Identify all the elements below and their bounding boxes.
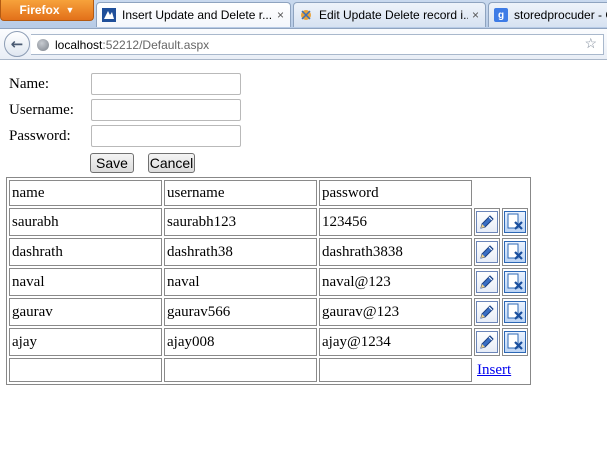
column-header-name: name: [9, 180, 162, 206]
cell-name: saurabh: [9, 208, 162, 236]
new-username-input[interactable]: [164, 358, 317, 382]
close-tab-icon[interactable]: ×: [277, 8, 284, 22]
cell-username: gaurav566: [164, 298, 317, 326]
delete-button[interactable]: [502, 208, 528, 236]
cell-name: naval: [9, 268, 162, 296]
edit-button[interactable]: [474, 268, 500, 296]
table-row: saurabh saurabh123 123456: [9, 208, 528, 236]
cell-name: dashrath: [9, 238, 162, 266]
edit-pencil-icon: [476, 271, 498, 293]
edit-button[interactable]: [474, 238, 500, 266]
table-row: naval naval naval@123: [9, 268, 528, 296]
url-host: localhost: [55, 37, 103, 52]
page-favicon-icon: [102, 8, 116, 22]
insert-row: Insert: [9, 358, 528, 382]
delete-icon: [504, 301, 526, 323]
delete-button[interactable]: [502, 298, 528, 326]
back-button[interactable]: ←: [4, 31, 30, 57]
cell-name: ajay: [9, 328, 162, 356]
edit-pencil-icon: [476, 211, 498, 233]
grid-header-row: name username password: [9, 180, 528, 206]
tab-title: storedprocuder - G: [514, 8, 607, 22]
cell-username: ajay008: [164, 328, 317, 356]
edit-pencil-icon: [476, 301, 498, 323]
navigation-bar: ← localhost:52212/Default.aspx ☆: [0, 29, 607, 60]
bookmark-star-icon[interactable]: ☆: [584, 35, 597, 52]
browser-tab-1[interactable]: Insert Update and Delete r... ×: [96, 2, 291, 27]
delete-button[interactable]: [502, 328, 528, 356]
delete-icon: [504, 331, 526, 353]
back-arrow-icon: ←: [10, 35, 24, 53]
google-favicon-icon: g: [494, 8, 508, 22]
edit-pencil-icon: [476, 331, 498, 353]
cancel-button[interactable]: Cancel: [148, 153, 195, 173]
cell-username: naval: [164, 268, 317, 296]
browser-tab-2[interactable]: Edit Update Delete record i... ×: [293, 2, 486, 27]
password-input[interactable]: [91, 125, 241, 147]
delete-button[interactable]: [502, 268, 528, 296]
name-label: Name:: [9, 76, 49, 92]
cell-password: dashrath3838: [319, 238, 472, 266]
cell-name: gaurav: [9, 298, 162, 326]
browser-tab-3[interactable]: g storedprocuder - G: [488, 2, 607, 27]
page-content: Name: Username: Password: Save Cancel na…: [0, 60, 607, 473]
tab-title: Insert Update and Delete r...: [122, 8, 273, 22]
insert-link[interactable]: Insert: [474, 362, 511, 378]
tab-strip: Firefox ▼ Insert Update and Delete r... …: [0, 0, 607, 29]
table-row: ajay ajay008 ajay@1234: [9, 328, 528, 356]
password-label: Password:: [9, 128, 71, 144]
cell-username: saurabh123: [164, 208, 317, 236]
username-label: Username:: [9, 102, 74, 118]
cell-password: gaurav@123: [319, 298, 472, 326]
column-header-username: username: [164, 180, 317, 206]
users-grid: name username password saurabh saurabh12…: [6, 177, 531, 385]
edit-button[interactable]: [474, 328, 500, 356]
globe-icon: [37, 38, 49, 51]
save-button[interactable]: Save: [90, 153, 134, 173]
url-path: :52212/Default.aspx: [102, 37, 210, 52]
delete-button[interactable]: [502, 238, 528, 266]
address-bar[interactable]: localhost:52212/Default.aspx ☆: [31, 34, 604, 55]
edit-pencil-icon: [476, 241, 498, 263]
firefox-menu-label: Firefox: [19, 3, 60, 17]
cell-password: ajay@1234: [319, 328, 472, 356]
firefox-menu-button[interactable]: Firefox ▼: [0, 0, 94, 21]
cell-password: naval@123: [319, 268, 472, 296]
name-input[interactable]: [91, 73, 241, 95]
table-row: gaurav gaurav566 gaurav@123: [9, 298, 528, 326]
cell-password: 123456: [319, 208, 472, 236]
column-header-password: password: [319, 180, 472, 206]
new-password-input[interactable]: [319, 358, 472, 382]
chevron-down-icon: ▼: [65, 5, 75, 15]
delete-icon: [504, 211, 526, 233]
edit-button[interactable]: [474, 208, 500, 236]
tab-title: Edit Update Delete record i...: [319, 8, 468, 22]
delete-icon: [504, 271, 526, 293]
delete-icon: [504, 241, 526, 263]
page-favicon-icon: [299, 8, 313, 22]
table-row: dashrath dashrath38 dashrath3838: [9, 238, 528, 266]
new-name-input[interactable]: [9, 358, 162, 382]
close-tab-icon[interactable]: ×: [472, 8, 479, 22]
username-input[interactable]: [91, 99, 241, 121]
edit-button[interactable]: [474, 298, 500, 326]
cell-username: dashrath38: [164, 238, 317, 266]
